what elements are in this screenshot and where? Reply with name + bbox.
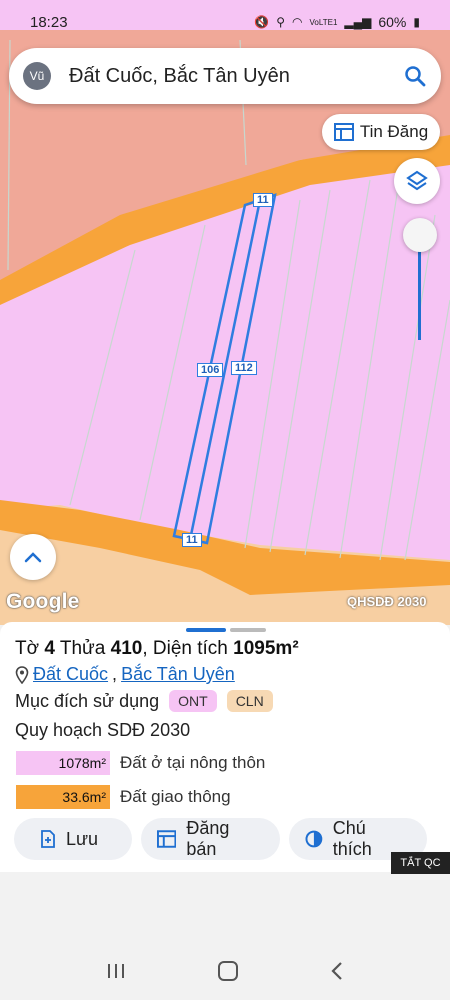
legend-name: Đất ở tại nông thôn	[120, 753, 266, 772]
layers-icon	[406, 170, 428, 191]
sheet-handle-inactive[interactable]	[230, 628, 266, 632]
chevron-up-icon	[24, 552, 42, 563]
purpose-tag-ont: ONT	[169, 690, 217, 712]
parcel-info-sheet: Tờ 4 Thửa 410, Diện tích 1095m² Đất Cuốc…	[0, 622, 450, 872]
add-document-icon	[41, 830, 55, 848]
location-link-district[interactable]: Bắc Tân Uyên	[121, 664, 235, 685]
tin-dang-label: Tin Đăng	[359, 122, 429, 141]
location-link-commune[interactable]: Đất Cuốc	[33, 664, 108, 685]
parcel-location: Đất Cuốc, Bắc Tân Uyên	[15, 664, 235, 685]
battery-icon: ▮	[413, 15, 420, 29]
opacity-slider-knob[interactable]	[403, 218, 437, 252]
planning-label: Quy hoạch SDĐ 2030	[15, 720, 191, 740]
legend-area: 33.6m²	[16, 785, 110, 809]
home-icon[interactable]	[217, 960, 239, 982]
back-icon[interactable]	[330, 961, 344, 981]
parcel-label-bottom: 11	[182, 533, 202, 547]
hide-ads-button[interactable]: TẮT QC	[391, 852, 450, 874]
search-bar[interactable]: Vũ Đất Cuốc, Bắc Tân Uyên	[9, 48, 441, 104]
legend-area: 1078m²	[16, 751, 110, 775]
expand-button[interactable]	[10, 534, 56, 580]
sheet-handle-active[interactable]	[186, 628, 226, 632]
parcel-label-112: 112	[231, 361, 257, 375]
contrast-icon	[305, 830, 323, 848]
search-icon[interactable]	[403, 64, 427, 88]
layer-label: QHSDĐ 2030	[347, 594, 427, 609]
status-time: 18:23	[30, 13, 68, 31]
wifi-icon: ◠	[292, 15, 303, 29]
save-button[interactable]: Lưu	[14, 818, 132, 860]
location-icon: ⚲	[276, 15, 286, 29]
purpose-tag-cln: CLN	[226, 690, 273, 712]
listing-icon	[333, 123, 354, 141]
parcel-label-top: 11	[253, 193, 273, 207]
tin-dang-button[interactable]: Tin Đăng	[322, 114, 440, 150]
parcel-label-106: 106	[197, 363, 224, 377]
action-buttons: Lưu Đăng bán Chú thích	[14, 818, 427, 860]
legend-name: Đất giao thông	[120, 787, 231, 806]
recent-apps-icon[interactable]	[106, 962, 126, 980]
opacity-slider-track[interactable]	[418, 240, 421, 340]
location-pin-icon	[15, 665, 29, 684]
battery-percent: 60%	[378, 14, 407, 30]
purpose-label: Mục đích sử dụng	[15, 690, 160, 711]
legend-row: 1078m² Đất ở tại nông thôn	[16, 751, 265, 775]
layers-button[interactable]	[394, 158, 440, 204]
listing-icon	[157, 830, 177, 848]
search-input[interactable]: Đất Cuốc, Bắc Tân Uyên	[69, 65, 403, 88]
system-nav-bar	[0, 942, 450, 1000]
parcel-summary: Tờ 4 Thửa 410, Diện tích 1095m²	[15, 638, 299, 659]
status-bar: 18:23 🔇 ⚲ ◠ VoLTE1 ▂▄▆ 60% ▮	[0, 0, 450, 44]
signal-icon: ▂▄▆	[344, 15, 372, 29]
network-label: VoLTE1	[309, 17, 338, 27]
post-sale-button[interactable]: Đăng bán	[141, 818, 280, 860]
google-logo: Google	[6, 590, 80, 613]
mute-icon: 🔇	[254, 15, 270, 29]
purpose-row: Mục đích sử dụng ONT CLN	[15, 690, 273, 712]
legend-row: 33.6m² Đất giao thông	[16, 785, 231, 809]
avatar[interactable]: Vũ	[23, 62, 51, 90]
